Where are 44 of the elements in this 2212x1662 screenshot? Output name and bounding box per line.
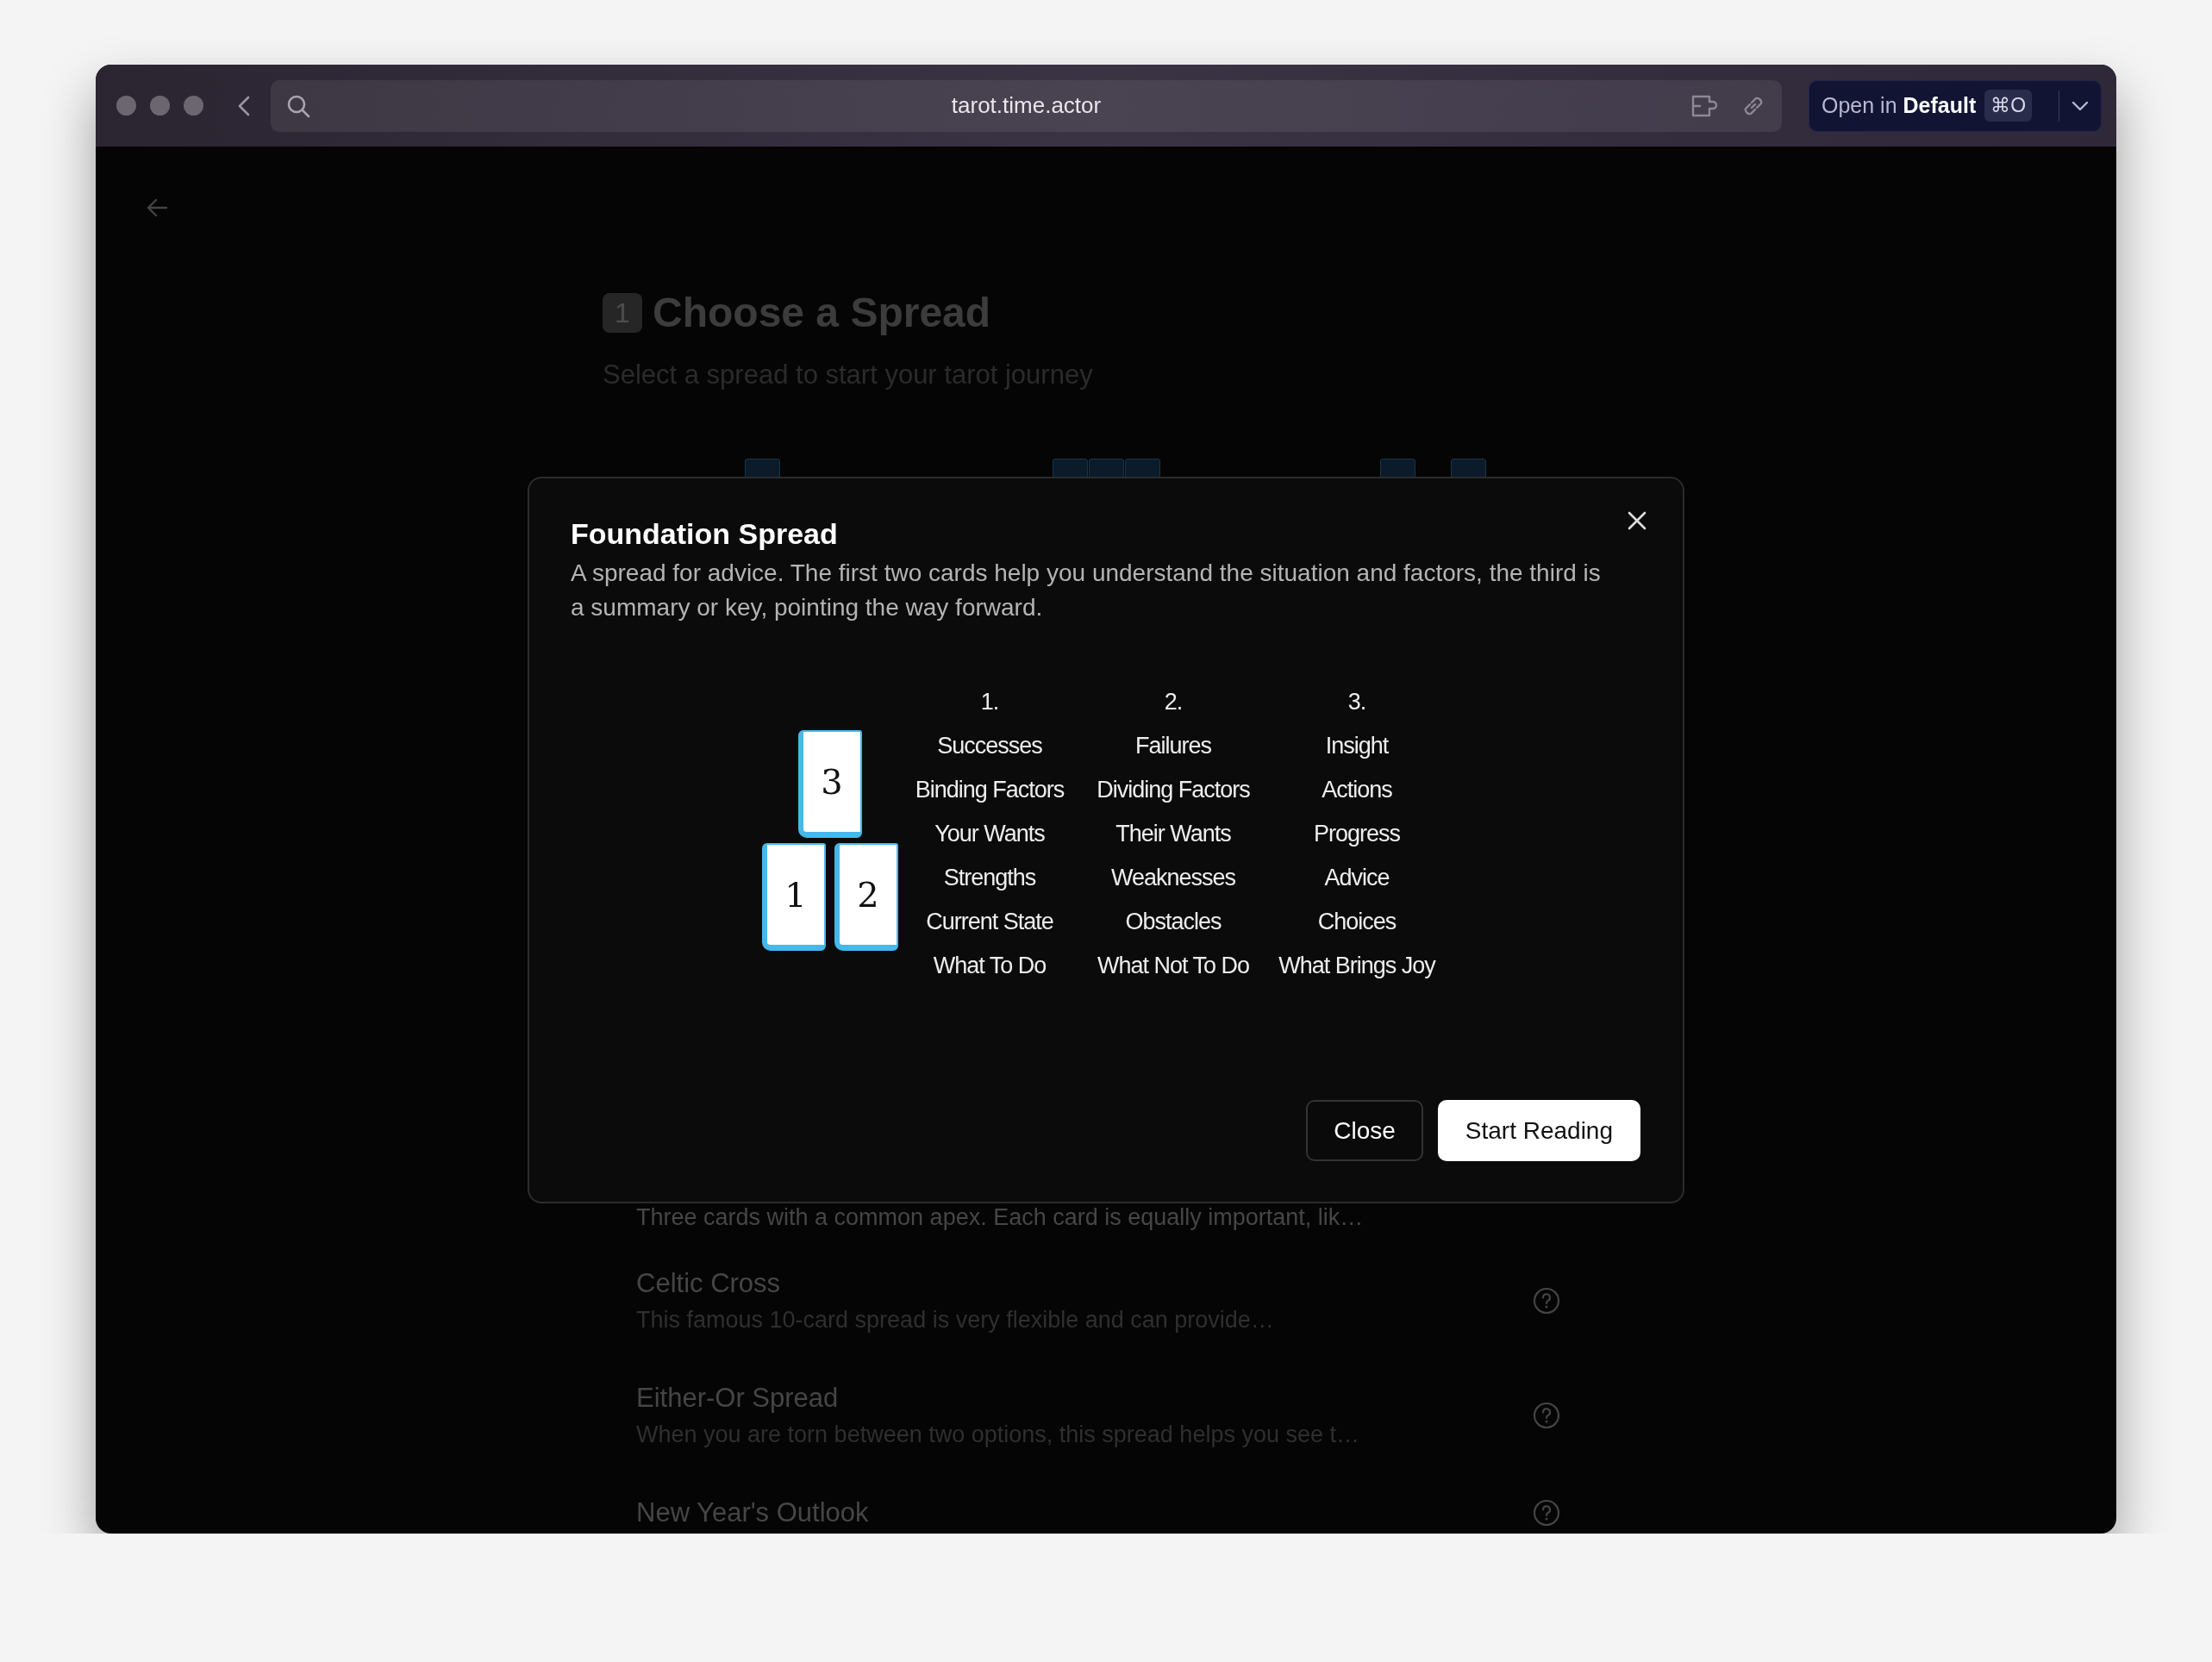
position-meaning: Strengths (943, 864, 1036, 892)
position-meaning: Progress (1313, 820, 1400, 848)
help-icon[interactable] (1533, 1499, 1560, 1527)
position-meaning: Their Wants (1115, 820, 1231, 848)
maximize-window-button[interactable] (184, 96, 203, 116)
tarot-card: 2 (834, 843, 898, 951)
position-number: 3. (1347, 688, 1366, 716)
position-number: 1. (980, 688, 999, 716)
position-meaning: Successes (937, 732, 1042, 760)
position-number: 2. (1164, 688, 1183, 716)
help-icon[interactable] (1533, 1287, 1560, 1315)
address-bar[interactable]: tarot.time.actor (271, 79, 1782, 132)
minimize-window-button[interactable] (150, 96, 170, 116)
position-meaning: Actions (1322, 776, 1392, 804)
position-meaning: Dividing Factors (1097, 776, 1250, 804)
position-meaning: Your Wants (934, 820, 1045, 848)
position-meaning: Current State (926, 908, 1053, 936)
start-reading-button[interactable]: Start Reading (1437, 1100, 1640, 1161)
search-icon (286, 93, 310, 118)
spread-description: Three cards with a common apex. Each card is equally important, lik… (636, 1203, 1364, 1232)
position-meaning: Insight (1325, 732, 1389, 760)
open-in-default-button[interactable]: Open in Default ⌘O (1809, 80, 2045, 131)
close-window-button[interactable] (116, 96, 136, 116)
dialog-title: Foundation Spread (571, 516, 838, 552)
position-meaning: Choices (1317, 908, 1397, 936)
back-arrow-icon[interactable] (146, 197, 168, 219)
close-dialog-button[interactable]: Close (1306, 1100, 1423, 1161)
back-icon[interactable] (238, 95, 250, 116)
position-meaning: What Brings Joy (1278, 952, 1435, 980)
tarot-card: 1 (762, 843, 826, 951)
tarot-card: 3 (798, 730, 862, 838)
position-meaning: What Not To Do (1097, 952, 1250, 980)
shortcut-badge: ⌘O (1984, 90, 2033, 122)
close-icon (1628, 511, 1647, 530)
position-meaning: Advice (1324, 864, 1390, 892)
url-text: tarot.time.actor (951, 91, 1102, 120)
caret-icon (2071, 100, 2089, 111)
position-meaning: Weaknesses (1110, 864, 1236, 892)
position-meaning: What To Do (933, 952, 1047, 980)
position-meaning: Failures (1135, 732, 1211, 760)
help-icon[interactable] (1533, 1402, 1560, 1429)
dialog-description: A spread for advice. The first two cards help you understand the situation and factors, the third is a summary or key, pointing the way forward. (571, 559, 1602, 622)
position-meaning: Binding Factors (915, 776, 1065, 804)
position-meaning: Obstacles (1125, 908, 1222, 936)
